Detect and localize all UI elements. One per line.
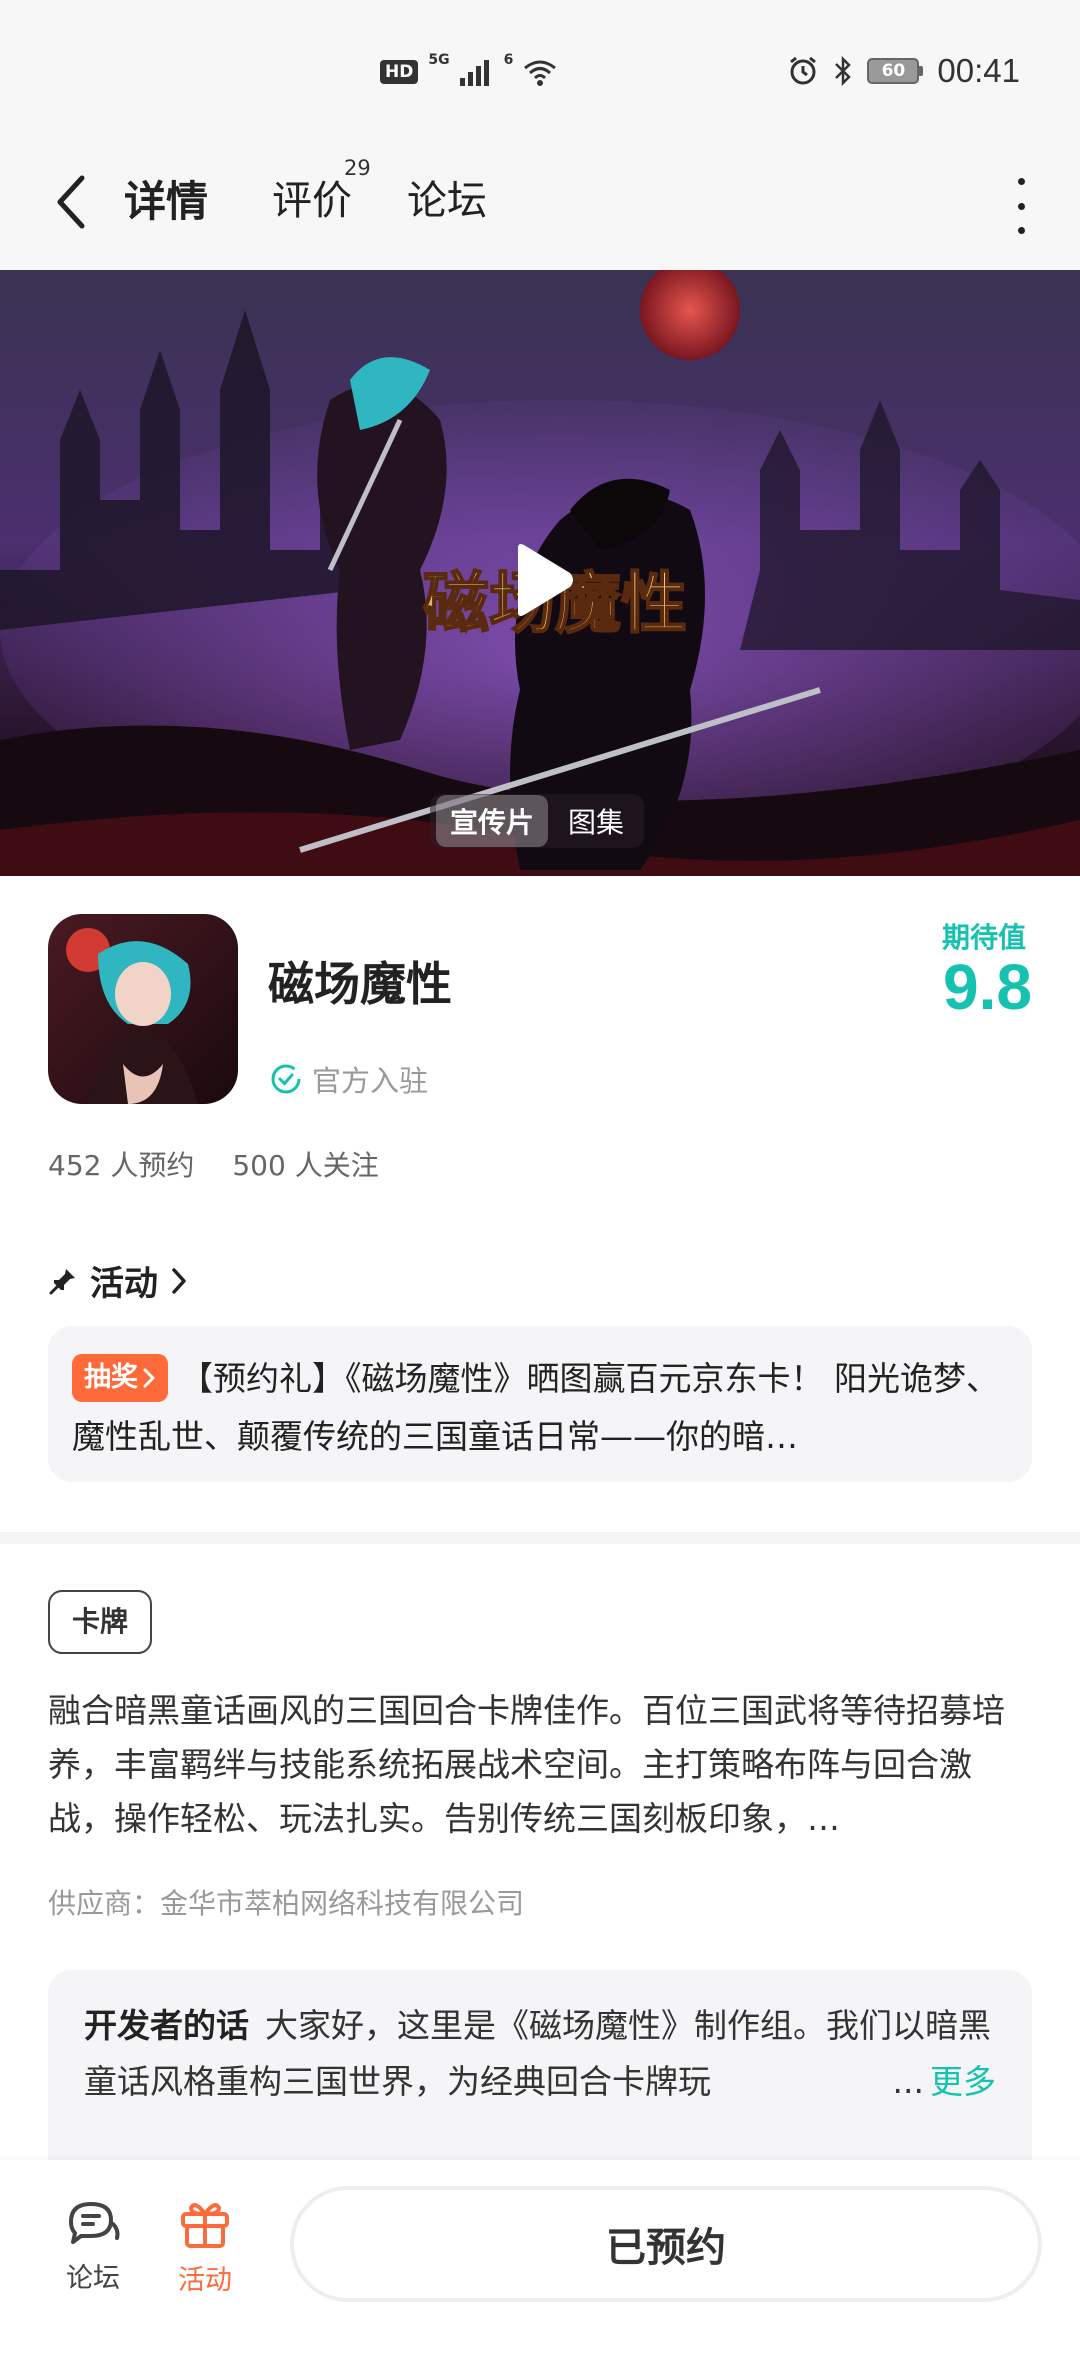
bottom-action-bar: 论坛 活动 已预约: [0, 2160, 1080, 2376]
tab-reviews[interactable]: 评价: [272, 168, 352, 226]
gift-icon: [181, 2203, 229, 2248]
tab-reviews-label: 评价: [272, 178, 352, 224]
bottom-forum-button[interactable]: 论坛: [48, 2196, 138, 2295]
reservation-count: 452 人预约: [48, 1149, 195, 1182]
tab-details[interactable]: 详情: [120, 168, 213, 229]
activity-card[interactable]: 抽奖 【预约礼】《磁场魔性》晒图赢百元京东卡！ 阳光诡梦、魔性乱世、颠覆传统的三…: [48, 1326, 1032, 1482]
follow-count: 500 人关注: [232, 1149, 379, 1182]
forum-chat-icon: [69, 2202, 120, 2244]
genre-tag[interactable]: 卡牌: [48, 1590, 153, 1654]
reserved-button-label: 已预约: [606, 2225, 726, 2271]
activity-text: 【预约礼】《磁场魔性》晒图赢百元京东卡！ 阳光诡梦、魔性乱世、颠覆传统的三国童话…: [72, 1359, 999, 1456]
bottom-activity-label: 活动: [178, 2265, 232, 2296]
hero-media[interactable]: 磁场魔性 宣传片 图集: [0, 270, 1080, 876]
official-verified: 官方入驻: [270, 1058, 428, 1100]
clock: 00:41: [937, 52, 1020, 89]
signal-type: 5G: [428, 52, 450, 68]
alarm-icon: [790, 56, 817, 85]
description-section: 卡牌 融合暗黑童话画风的三国回合卡牌佳作。百位三国武将等待招募培养，丰富羁绊与技…: [0, 1544, 1080, 2190]
developer-note-ellipsis: ...: [892, 2062, 924, 2101]
reserved-button[interactable]: 已预约: [290, 2186, 1042, 2302]
supplier-info: 供应商：金华市萃柏网络科技有限公司: [48, 1887, 525, 1920]
pin-icon: [49, 1268, 75, 1294]
activity-section-title: 活动: [90, 1264, 158, 1304]
more-options-button[interactable]: [1012, 178, 1030, 234]
wifi-version: 6: [503, 52, 514, 68]
developer-note-title: 开发者的话: [84, 2006, 249, 2045]
bluetooth-icon: [835, 55, 852, 87]
bottom-activity-button[interactable]: 活动: [160, 2196, 250, 2297]
reviews-count-badge: 29: [344, 156, 371, 180]
media-tab-gallery[interactable]: 图集: [554, 795, 638, 847]
badge-chevron-icon: [143, 1368, 155, 1387]
chevron-right-icon: [172, 1267, 186, 1294]
signal-icon: [459, 60, 489, 86]
developer-note-card[interactable]: 开发者的话 大家好，这里是《磁场魔性》制作组。我们以暗黑童话风格重构三国世界，为经…: [48, 1970, 1032, 2190]
battery-icon: 60: [867, 58, 924, 84]
top-nav: 详情 评价 29 论坛: [0, 150, 1080, 270]
description-text[interactable]: 融合暗黑童话画风的三国回合卡牌佳作。百位三国武将等待招募培养，丰富羁绊与技能系统…: [48, 1684, 1032, 1846]
app-icon-image: [48, 914, 238, 1104]
expectation-score: 9.8: [943, 951, 1032, 1023]
tab-forum[interactable]: 论坛: [407, 168, 487, 226]
play-icon[interactable]: [500, 540, 580, 620]
media-tab-trailer[interactable]: 宣传片: [436, 795, 549, 847]
app-icon: [48, 914, 238, 1104]
back-button[interactable]: [44, 164, 100, 240]
status-bar: HD 5G 6 60 00:41: [0, 0, 1080, 150]
app-title: 磁场魔性: [268, 957, 452, 1011]
activity-section-header[interactable]: 活动: [48, 1256, 188, 1305]
official-label: 官方入驻: [312, 1064, 429, 1098]
wifi-icon: [524, 60, 557, 86]
section-divider: [0, 1532, 1080, 1544]
lottery-badge-label: 抽奖: [84, 1361, 138, 1393]
app-stats: 452 人预约 500 人关注: [48, 1144, 379, 1184]
battery-level: 60: [867, 58, 920, 84]
network-status: HD 5G 6: [380, 52, 557, 86]
media-tabs: 宣传片 图集: [430, 794, 645, 848]
back-arrow-icon: [57, 175, 85, 229]
developer-note-more-link[interactable]: 更多: [930, 2062, 996, 2101]
hd-badge: HD: [380, 60, 419, 84]
lottery-badge: 抽奖: [72, 1353, 168, 1402]
tab-details-label: 详情: [124, 177, 209, 226]
bottom-forum-label: 论坛: [66, 2263, 120, 2294]
verified-check-icon: [271, 1064, 301, 1094]
app-info: 磁场魔性 官方入驻 期待值 9.8 452 人预约 500 人关注 活动 抽奖: [0, 876, 1080, 1532]
system-status: 60 00:41: [787, 52, 1020, 90]
tab-forum-label: 论坛: [407, 178, 487, 224]
